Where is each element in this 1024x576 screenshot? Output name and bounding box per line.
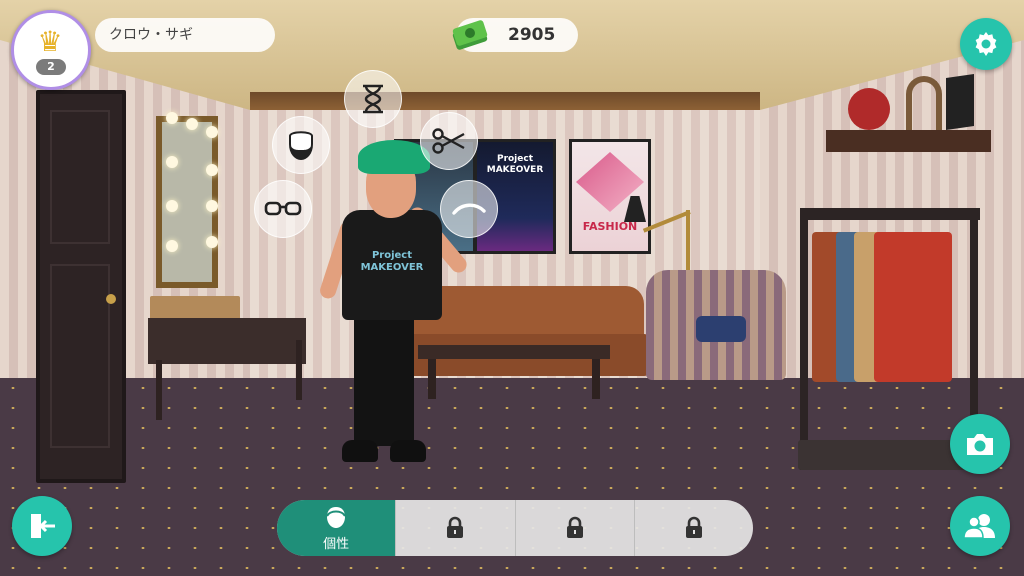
- cash-stack-icon: [452, 20, 488, 50]
- mirror-bulb: [206, 236, 218, 248]
- player-character[interactable]: Project MAKEOVER: [318, 140, 470, 470]
- player-name[interactable]: クロウ・サギ: [95, 18, 275, 52]
- exit-door-icon: [31, 514, 55, 538]
- character-shirt: Project MAKEOVER: [342, 210, 442, 320]
- player-level-avatar[interactable]: ♛ 2: [11, 10, 91, 90]
- scissors-bubble[interactable]: [420, 112, 478, 170]
- scissors-icon: [432, 128, 465, 154]
- hourglass-icon: [363, 84, 383, 114]
- mirror-bulb: [166, 200, 178, 212]
- mirror-bulb: [186, 118, 198, 130]
- glasses-bubble[interactable]: [254, 180, 312, 238]
- wall-shelf: [826, 130, 991, 152]
- mirror-bulb: [206, 126, 218, 138]
- beard-icon: [289, 131, 313, 161]
- character-shoe: [390, 440, 426, 462]
- eyebrow-icon: [452, 203, 486, 215]
- camera-button[interactable]: [950, 414, 1010, 474]
- tab-personality[interactable]: 個性: [277, 500, 396, 556]
- character-shoe: [342, 440, 378, 462]
- poster-makeover-text: Project MAKEOVER: [486, 154, 544, 175]
- mirror-bulb: [206, 200, 218, 212]
- rack-post: [800, 210, 808, 470]
- vanity-desk: [148, 318, 306, 364]
- exit-room-button[interactable]: [12, 496, 72, 556]
- clothes-rack: [800, 208, 980, 220]
- hanging-red-jacket: [874, 232, 952, 382]
- settings-button[interactable]: [960, 18, 1012, 70]
- clapperboard-prop: [946, 74, 974, 130]
- lock-icon: [685, 516, 702, 538]
- currency-counter[interactable]: 2905: [452, 18, 578, 52]
- person-icon: [326, 506, 347, 528]
- friends-button[interactable]: [950, 496, 1010, 556]
- dressing-room-scene: Project MAKEOVER FASHION Project MAKEOVE…: [0, 0, 1024, 576]
- people-icon: [963, 514, 995, 539]
- beard-bubble[interactable]: [272, 116, 330, 174]
- time-bubble[interactable]: [344, 70, 402, 128]
- desk-leg: [156, 360, 162, 420]
- lock-icon: [566, 516, 583, 538]
- glasses-icon: [264, 201, 302, 216]
- exit-door: [36, 90, 126, 483]
- tab-locked-3[interactable]: [633, 500, 753, 556]
- shirt-text: Project MAKEOVER: [360, 250, 424, 273]
- table-leg: [592, 359, 600, 399]
- eyebrow-bubble[interactable]: [440, 180, 498, 238]
- door-panel: [50, 110, 110, 244]
- megaphone-prop: [848, 88, 890, 130]
- vanity-items: [150, 296, 240, 320]
- tab-personality-label: 個性: [323, 536, 350, 552]
- gear-icon: [975, 32, 997, 56]
- ceiling-trim: [250, 92, 760, 110]
- currency-amount: 2905: [508, 25, 556, 45]
- door-panel: [50, 264, 110, 448]
- mirror-bulb: [206, 164, 218, 176]
- tab-locked-1[interactable]: [395, 500, 514, 556]
- lock-icon: [447, 516, 464, 538]
- category-tab-bar: 個性: [277, 500, 753, 556]
- crown-icon: ♛: [37, 25, 63, 58]
- player-level: 2: [36, 59, 66, 75]
- mirror-bulb: [166, 112, 178, 124]
- mirror-bulb: [166, 156, 178, 168]
- door-knob: [106, 294, 116, 304]
- desk-leg: [296, 340, 302, 400]
- character-hair: [358, 140, 430, 174]
- headphones-prop: [906, 76, 942, 130]
- tab-locked-2[interactable]: [514, 500, 634, 556]
- character-pants: [354, 316, 414, 446]
- mirror-bulb: [166, 240, 178, 252]
- camera-icon: [967, 434, 993, 455]
- blue-pillow: [696, 316, 746, 342]
